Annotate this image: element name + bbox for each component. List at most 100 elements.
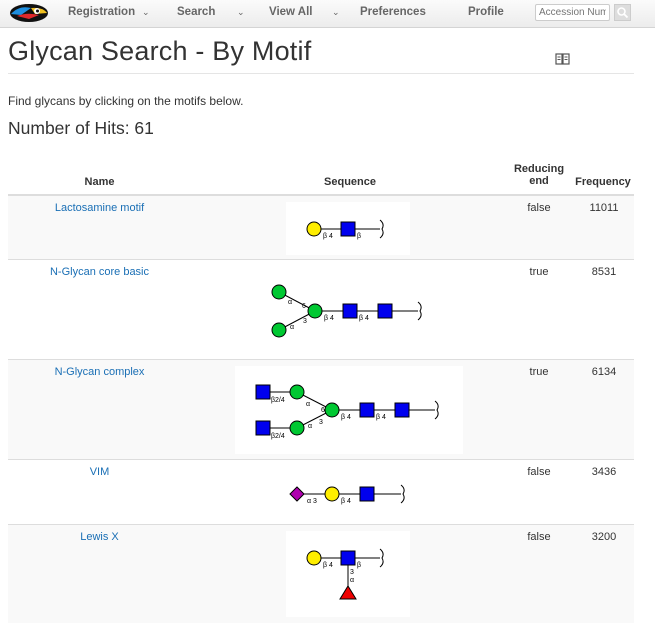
linkage-label: β 4 [323, 233, 333, 240]
mannose-symbol [271, 322, 287, 338]
linkage-label: β 4 [341, 414, 351, 421]
linkage-label: α 3 [307, 498, 317, 505]
linkage-label: 3 [350, 569, 354, 576]
linkage-label: α [350, 577, 354, 584]
galactose-symbol [324, 486, 340, 502]
linkage-label: 3 [319, 419, 323, 426]
chevron-down-icon[interactable]: ⌄ [237, 7, 245, 18]
linkage-label: β 4 [323, 562, 333, 569]
linkage-label: α [308, 423, 312, 430]
column-header-sequence[interactable]: Sequence [280, 176, 420, 188]
reducing-end-bracket [417, 301, 422, 321]
book-icon[interactable] [555, 52, 570, 66]
motif-name-link[interactable]: Lactosamine motif [8, 202, 191, 214]
nav-view-all[interactable]: View All [269, 6, 312, 18]
glycan-sequence-image[interactable]: α 3 β 4 [286, 476, 410, 516]
glcnac-symbol [342, 303, 358, 319]
linkage-label: β2/4 [271, 397, 285, 404]
search-button[interactable] [614, 4, 631, 21]
glycan-sequence-image[interactable]: β2/4 β2/4 α 6 α 3 β 4 β 4 [235, 366, 463, 454]
linkage-label: β 4 [341, 498, 351, 505]
glcnac-symbol [340, 221, 356, 237]
glcnac-symbol [377, 303, 393, 319]
motif-name-link[interactable]: N-Glycan core basic [8, 266, 191, 278]
reducing-end-bracket [379, 548, 384, 568]
column-header-reducing-line2: end [529, 175, 549, 187]
linkage-label: α [306, 401, 310, 408]
frequency-value: 3436 [591, 466, 617, 478]
table-row: N-Glycan complex β2/4 β2/4 α 6 α 3 β 4 β… [8, 359, 634, 460]
chevron-down-icon[interactable]: ⌄ [332, 7, 340, 18]
nav-preferences[interactable]: Preferences [360, 6, 426, 18]
glycan-sequence-image[interactable]: β 4 β 3 α [286, 531, 410, 617]
reducing-end-value: false [527, 466, 551, 478]
reducing-end-value: false [527, 202, 551, 214]
glycan-sequence-image[interactable]: β 4 β [286, 202, 410, 255]
nav-registration[interactable]: Registration [68, 6, 135, 18]
glycan-diagram: β2/4 β2/4 α 6 α 3 β 4 β 4 [255, 384, 439, 440]
magnifier-icon [617, 7, 629, 19]
fucose-symbol [339, 585, 357, 600]
glycan-sequence-image[interactable]: α 6 α 3 β 4 β 4 [263, 278, 433, 350]
table-row: N-Glycan core basic α 6 α 3 β 4 β 4 true… [8, 259, 634, 359]
sialic-acid-symbol [289, 486, 305, 502]
reducing-end-bracket [400, 484, 405, 504]
hit-count: Number of Hits: 61 [8, 118, 154, 138]
chevron-down-icon[interactable]: ⌄ [142, 7, 150, 18]
column-header-frequency[interactable]: Frequency [572, 176, 634, 188]
column-header-name[interactable]: Name [8, 176, 191, 188]
mannose-symbol [307, 303, 323, 319]
table-row: Lactosamine motif β 4 β false 11011 [8, 195, 634, 260]
linkage-label: β 4 [359, 315, 369, 322]
reducing-end-value: true [529, 266, 549, 278]
intro-text: Find glycans by clicking on the motifs b… [8, 94, 244, 108]
linkage-label: β [357, 562, 361, 569]
toucan-logo-icon[interactable] [9, 3, 49, 23]
linkage-label: α [290, 324, 294, 331]
glycan-diagram: α 6 α 3 β 4 β 4 [271, 284, 422, 338]
glcnac-symbol [394, 402, 410, 418]
linkage-label: 3 [303, 318, 307, 325]
mannose-symbol [324, 402, 340, 418]
mannose-symbol [289, 384, 305, 400]
galactose-symbol [306, 221, 322, 237]
glycan-diagram: β 4 β [306, 219, 384, 240]
title-divider [8, 73, 634, 74]
reducing-end-value: false [527, 531, 551, 543]
motif-name-link[interactable]: VIM [8, 466, 191, 478]
table-row: VIM α 3 β 4 false 3436 [8, 459, 634, 524]
glycan-diagram: β 4 β 3 α [306, 548, 384, 600]
linkage-label: 6 [302, 303, 306, 310]
nav-profile[interactable]: Profile [468, 6, 504, 18]
motif-name-link[interactable]: N-Glycan complex [8, 366, 191, 378]
frequency-value: 3200 [591, 531, 617, 543]
linkage-label: β 4 [376, 414, 386, 421]
column-header-reducing-line1: Reducing [513, 163, 565, 175]
linkage-label: 6 [321, 407, 325, 414]
reducing-end-bracket [379, 219, 384, 239]
glcnac-symbol [255, 384, 271, 400]
motif-name-link[interactable]: Lewis X [8, 531, 191, 543]
glycan-diagram: α 3 β 4 [289, 484, 405, 505]
accession-search-input[interactable] [535, 4, 610, 21]
reducing-end-bracket [434, 400, 439, 420]
glcnac-symbol [255, 420, 271, 436]
glcnac-symbol [340, 550, 356, 566]
mannose-symbol [289, 420, 305, 436]
mannose-symbol [271, 284, 287, 300]
frequency-value: 6134 [591, 366, 617, 378]
glcnac-symbol [359, 486, 375, 502]
reducing-end-value: true [529, 366, 549, 378]
column-header-reducing-end[interactable]: Reducing end [510, 163, 568, 187]
top-navbar: Registration ⌄ Search ⌄ View All ⌄ Prefe… [0, 0, 655, 28]
page-title: Glycan Search - By Motif [8, 36, 312, 66]
linkage-label: β [357, 233, 361, 240]
table-row: Lewis X β 4 β 3 α false 3200 [8, 524, 634, 623]
linkage-label: β 4 [324, 315, 334, 322]
nav-search[interactable]: Search [177, 6, 215, 18]
linkage-label: α [288, 299, 292, 306]
frequency-value: 11011 [589, 202, 619, 214]
linkage-label: β2/4 [271, 433, 285, 440]
galactose-symbol [306, 550, 322, 566]
frequency-value: 8531 [591, 266, 617, 278]
